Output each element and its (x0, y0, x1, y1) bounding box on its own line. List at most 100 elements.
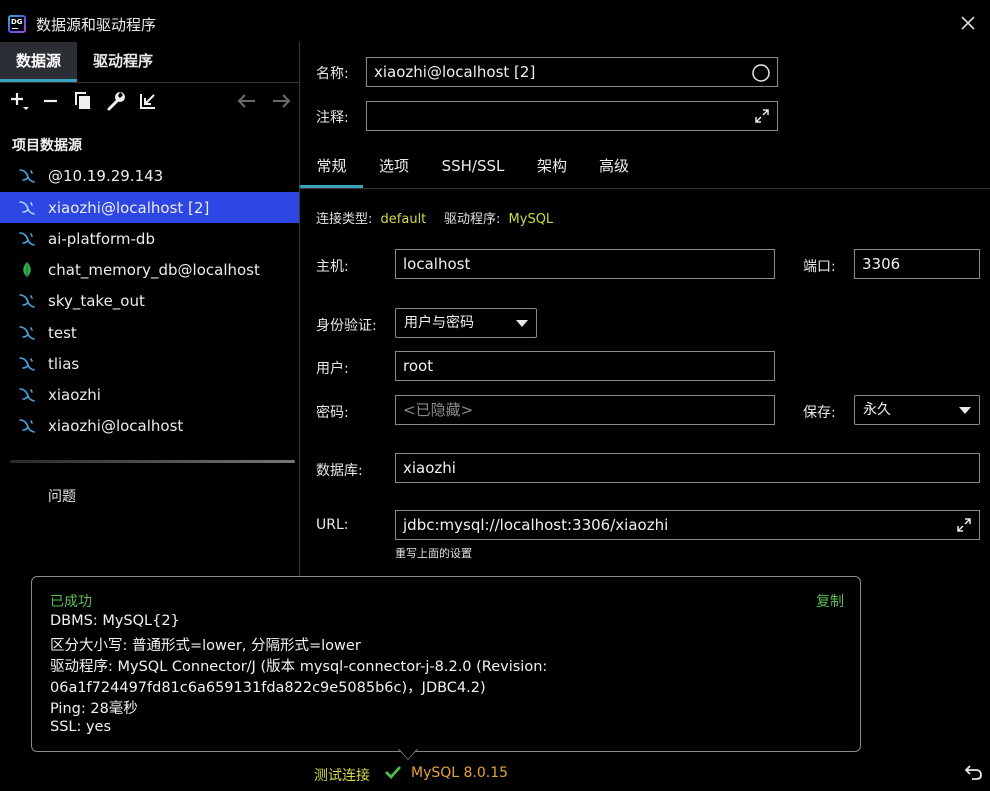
port-label: 端口: (803, 259, 836, 275)
datasource-label: ai-platform-db (48, 230, 155, 248)
datasource-label: xiaozhi@localhost (48, 417, 184, 435)
datasource-label: test (48, 324, 77, 342)
conn-type-label: 连接类型: (316, 212, 373, 227)
datasource-item[interactable]: tlias (0, 348, 299, 379)
user-input[interactable]: root (395, 351, 775, 381)
mysql-dolphin-icon (18, 167, 36, 185)
datasource-item[interactable]: xiaozhi (0, 379, 299, 410)
conn-type-link[interactable]: default (381, 212, 427, 227)
dropdown-arrow-icon (959, 407, 971, 414)
datasource-item[interactable]: xiaozhi@localhost (0, 410, 299, 441)
name-input[interactable]: xiaozhi@localhost [2] (366, 57, 778, 87)
duplicate-icon[interactable] (72, 90, 94, 112)
add-icon[interactable] (8, 90, 30, 112)
subtab-options[interactable]: 选项 (363, 157, 425, 188)
connection-result-popup: 已成功 复制 DBMS: MySQL{2} 区分大小写: 普通形式=lower,… (31, 576, 861, 752)
test-connection-link[interactable]: 测试连接 (314, 765, 370, 785)
title-bar: DG 数据源和驱动程序 (0, 0, 990, 42)
datasource-label: xiaozhi (48, 386, 101, 404)
dropdown-arrow-icon (516, 320, 528, 327)
datasource-label: chat_memory_db@localhost (48, 261, 260, 279)
url-override-hint: 重写上面的设置 (395, 547, 472, 560)
datasource-item[interactable]: @10.19.29.143 (0, 160, 299, 191)
driver-label: 驱动程序: (444, 212, 501, 227)
user-label: 用户: (316, 361, 349, 377)
expand-icon[interactable] (754, 108, 770, 124)
subtab-general[interactable]: 常规 (300, 157, 363, 188)
popup-line-driver: 驱动程序: MySQL Connector/J (版本 mysql-connec… (50, 659, 548, 675)
wrench-icon[interactable] (105, 90, 127, 112)
mysql-dolphin-icon (18, 230, 36, 248)
comment-input[interactable] (366, 101, 778, 131)
driver-link[interactable]: MySQL (509, 212, 554, 227)
datasource-item-selected[interactable]: xiaozhi@localhost [2] (0, 192, 299, 223)
close-icon[interactable] (957, 12, 979, 34)
datasource-item[interactable]: chat_memory_db@localhost (0, 254, 299, 285)
url-value: jdbc:mysql://localhost:3306/xiaozhi (403, 516, 669, 534)
datasource-item[interactable]: ai-platform-db (0, 223, 299, 254)
window-title: 数据源和驱动程序 (36, 16, 157, 34)
copy-link[interactable]: 复制 (816, 591, 844, 611)
datasource-label: tlias (48, 355, 80, 373)
subtabs-divider (300, 188, 990, 189)
mongodb-leaf-icon (18, 261, 36, 279)
back-arrow-icon[interactable] (236, 90, 258, 112)
tabs-divider (0, 82, 299, 83)
save-select[interactable]: 永久 (854, 395, 980, 425)
url-label: URL: (316, 517, 349, 533)
subtab-advanced[interactable]: 高级 (583, 157, 645, 188)
port-input[interactable]: 3306 (854, 249, 980, 279)
datasource-label: @10.19.29.143 (48, 167, 164, 185)
color-circle-icon[interactable] (751, 63, 771, 83)
subtab-schemas[interactable]: 架构 (521, 157, 583, 188)
popup-line-dbms: DBMS: MySQL{2} (50, 613, 180, 629)
success-status: 已成功 (50, 594, 92, 610)
comment-label: 注释: (316, 110, 349, 126)
subtab-ssh-ssl[interactable]: SSH/SSL (425, 157, 521, 188)
popup-line-case: 区分大小写: 普通形式=lower, 分隔形式=lower (50, 638, 361, 654)
datasource-toolbar (0, 90, 299, 114)
mysql-dolphin-icon (18, 386, 36, 404)
popup-line-ssl: SSL: yes (50, 719, 112, 735)
mysql-version: MySQL 8.0.15 (411, 765, 509, 781)
password-input[interactable]: <已隐藏> (395, 395, 775, 425)
url-input[interactable]: jdbc:mysql://localhost:3306/xiaozhi (395, 510, 980, 540)
password-label: 密码: (316, 405, 349, 421)
left-panel: 数据源 驱动程序 项目数据源 @10.19.29.143 xiaozhi@loc… (0, 42, 299, 576)
app-logo-text: DG (11, 18, 23, 26)
import-icon[interactable] (137, 90, 159, 112)
mysql-dolphin-icon (18, 355, 36, 373)
problems-item[interactable]: 问题 (48, 486, 76, 506)
save-value: 永久 (863, 402, 891, 418)
auth-value: 用户与密码 (404, 315, 474, 331)
datasource-item[interactable]: sky_take_out (0, 285, 299, 316)
name-label: 名称: (316, 66, 349, 82)
connection-type: 连接类型: default (316, 208, 426, 227)
datasource-label: xiaozhi@localhost [2] (48, 199, 210, 217)
forward-arrow-icon[interactable] (270, 90, 292, 112)
datasource-item[interactable]: test (0, 317, 299, 348)
mysql-dolphin-icon (18, 292, 36, 310)
name-value: xiaozhi@localhost [2] (374, 63, 536, 81)
datasource-label: sky_take_out (48, 292, 145, 310)
driver-info: 驱动程序: MySQL (444, 208, 553, 227)
expand-icon[interactable] (956, 517, 972, 533)
splitter[interactable] (10, 460, 295, 463)
tab-datasources[interactable]: 数据源 (0, 42, 77, 82)
minus-icon[interactable] (40, 90, 62, 112)
auth-label: 身份验证: (316, 318, 377, 334)
undo-icon[interactable] (964, 762, 984, 782)
mysql-dolphin-icon (18, 417, 36, 435)
project-datasources-heading: 项目数据源 (12, 138, 82, 154)
check-icon (384, 763, 402, 781)
auth-select[interactable]: 用户与密码 (395, 308, 537, 338)
database-input[interactable]: xiaozhi (395, 453, 980, 483)
mysql-dolphin-icon (18, 199, 36, 217)
mysql-dolphin-icon (18, 324, 36, 342)
tab-drivers[interactable]: 驱动程序 (77, 42, 169, 82)
database-label: 数据库: (316, 463, 363, 479)
host-input[interactable]: localhost (395, 249, 775, 279)
popup-pointer-fill (399, 749, 417, 759)
popup-line-revision: 06a1f724497fd81c6a659131fda822c9e5085b6c… (50, 680, 486, 696)
host-label: 主机: (316, 259, 349, 275)
